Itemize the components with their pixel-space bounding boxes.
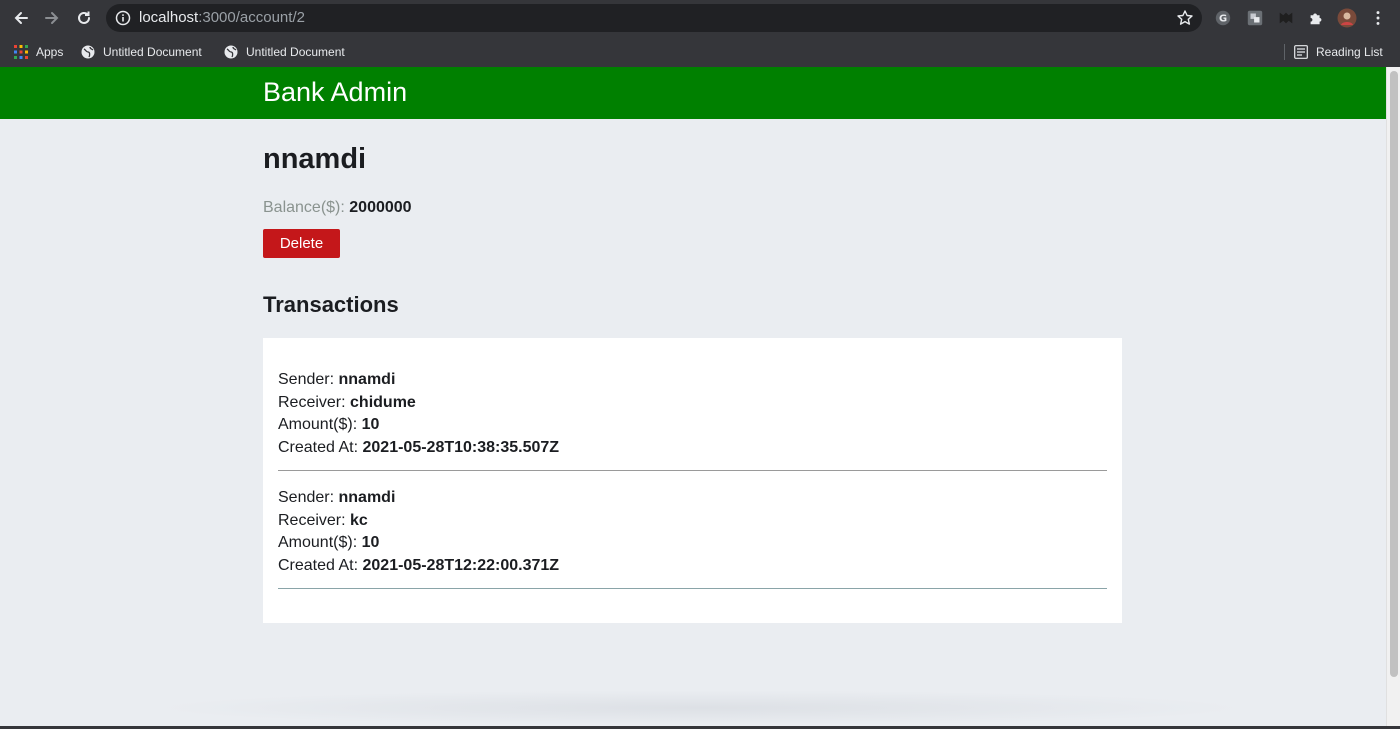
amount-label: Amount($):	[278, 416, 358, 433]
bookmarks-divider	[1284, 44, 1285, 60]
menu-kebab-icon[interactable]	[1368, 8, 1388, 28]
sender-label: Sender:	[278, 489, 335, 506]
transaction-item: Sender: nnamdi Receiver: kc Amount($): 1…	[278, 487, 1107, 589]
app-title[interactable]: Bank Admin	[263, 77, 407, 108]
amount-value: 10	[361, 534, 380, 551]
amount-label: Amount($):	[278, 534, 358, 551]
page-scrollbar[interactable]	[1386, 67, 1400, 729]
bookmark-label: Apps	[36, 45, 64, 59]
back-icon[interactable]	[9, 6, 33, 30]
transactions-list: Sender: nnamdi Receiver: chidume Amount(…	[263, 338, 1122, 623]
browser-toolbar: localhost:3000/account/2 G	[0, 0, 1400, 36]
sender-value: nnamdi	[338, 371, 396, 388]
transaction-amount: Amount($): 10	[278, 532, 1107, 555]
sender-value: nnamdi	[338, 489, 396, 506]
reading-list-button[interactable]: Reading List	[1294, 41, 1383, 63]
reload-icon[interactable]	[72, 6, 96, 30]
transaction-sender: Sender: nnamdi	[278, 369, 1107, 392]
translate-extension-icon[interactable]	[1245, 8, 1265, 28]
browser-chrome: localhost:3000/account/2 G Apps Untitled…	[0, 0, 1400, 67]
url-path: :3000/account/2	[198, 9, 305, 26]
transaction-created-at: Created At: 2021-05-28T10:38:35.507Z	[278, 437, 1107, 460]
svg-text:G: G	[1219, 14, 1227, 25]
reading-list-label: Reading List	[1316, 45, 1383, 59]
delete-button[interactable]: Delete	[263, 229, 340, 258]
medium-extension-icon[interactable]	[1276, 8, 1296, 28]
bookmark-apps[interactable]: Apps	[14, 41, 63, 63]
bookmark-star-icon[interactable]	[1176, 9, 1194, 27]
receiver-value: chidume	[350, 393, 416, 411]
balance-label: Balance($):	[263, 199, 345, 216]
scrollbar-thumb[interactable]	[1390, 71, 1398, 677]
receiver-label: Receiver:	[278, 511, 346, 529]
account-name: nnamdi	[263, 143, 367, 175]
info-icon[interactable]	[115, 10, 131, 26]
transaction-item: Sender: nnamdi Receiver: chidume Amount(…	[278, 369, 1107, 471]
bookmarks-bar: Apps Untitled Document Untitled Document…	[0, 36, 1400, 67]
app-header: Bank Admin	[0, 67, 1386, 119]
globe-icon	[81, 45, 95, 59]
bookmark-untitled-document-1[interactable]: Untitled Document	[81, 41, 202, 63]
url-text[interactable]: localhost:3000/account/2	[139, 10, 305, 26]
created-at-value: 2021-05-28T12:22:00.371Z	[362, 556, 560, 574]
apps-grid-icon	[14, 45, 28, 59]
balance-value: 2000000	[349, 199, 412, 216]
receiver-value: kc	[350, 511, 368, 529]
puzzle-extensions-icon[interactable]	[1306, 8, 1326, 28]
created-at-label: Created At:	[278, 438, 359, 456]
created-at-value: 2021-05-28T10:38:35.507Z	[362, 438, 560, 456]
reading-list-icon	[1294, 45, 1308, 59]
transaction-created-at: Created At: 2021-05-28T12:22:00.371Z	[278, 555, 1107, 578]
transaction-divider	[278, 470, 1107, 471]
globe-icon	[224, 45, 238, 59]
forward-icon[interactable]	[40, 6, 64, 30]
receiver-label: Receiver:	[278, 393, 346, 411]
transaction-receiver: Receiver: chidume	[278, 392, 1107, 415]
bookmark-label: Untitled Document	[246, 45, 345, 59]
transaction-amount: Amount($): 10	[278, 414, 1107, 437]
amount-value: 10	[361, 416, 380, 433]
profile-avatar-icon[interactable]	[1337, 8, 1357, 28]
bookmark-untitled-document-2[interactable]: Untitled Document	[224, 41, 345, 63]
transaction-divider	[278, 588, 1107, 589]
sender-label: Sender:	[278, 371, 335, 388]
transaction-sender: Sender: nnamdi	[278, 487, 1107, 510]
transactions-title: Transactions	[263, 292, 399, 317]
url-host: localhost	[139, 9, 199, 26]
created-at-label: Created At:	[278, 556, 359, 574]
page-bottom-shadow	[150, 690, 1250, 726]
address-bar[interactable]: localhost:3000/account/2	[106, 4, 1202, 32]
balance-row: Balance($): 2000000	[263, 199, 412, 217]
grammarly-extension-icon[interactable]: G	[1213, 8, 1233, 28]
bookmark-label: Untitled Document	[103, 45, 202, 59]
transaction-receiver: Receiver: kc	[278, 510, 1107, 533]
